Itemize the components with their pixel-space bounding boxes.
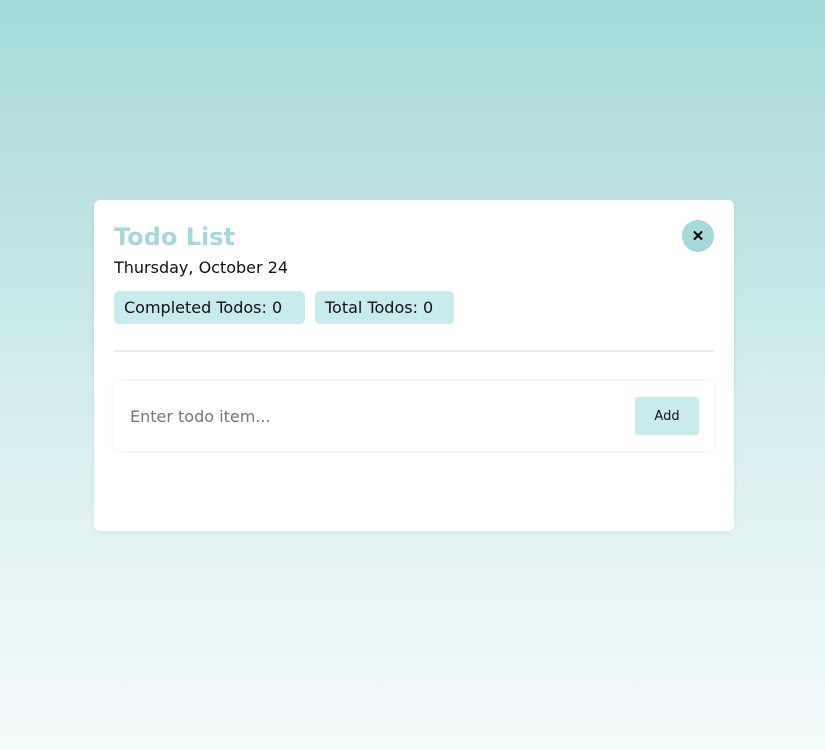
current-date: Thursday, October 24: [114, 258, 289, 277]
divider: [114, 350, 714, 352]
stats-row: Completed Todos: 0 Total Todos: 0: [114, 291, 454, 324]
completed-todos-badge: Completed Todos: 0: [114, 291, 305, 324]
todo-card: Todo List ✕ Thursday, October 24 Complet…: [94, 200, 734, 531]
page-title: Todo List: [114, 223, 235, 251]
total-todos-badge: Total Todos: 0: [315, 291, 454, 324]
close-icon: ✕: [691, 227, 705, 245]
close-button[interactable]: ✕: [682, 220, 714, 252]
add-button[interactable]: Add: [635, 397, 699, 435]
add-todo-form: Add: [114, 381, 714, 451]
todo-input[interactable]: [130, 406, 635, 426]
